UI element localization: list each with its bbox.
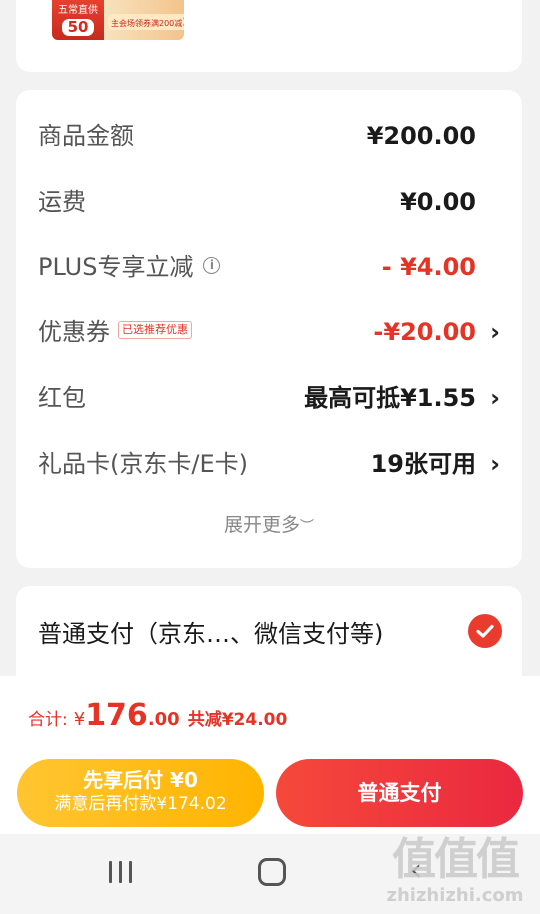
product-card-partial: 五常直供 50 主会场领券满200减20 [16, 0, 522, 72]
recent-apps-icon[interactable] [106, 858, 136, 886]
chevron-down-icon: ︶ [300, 519, 314, 535]
watermark-logo: 值值值 zhizhizhi.com [380, 834, 530, 914]
gift-card-label: 礼品卡(京东卡/E卡) [38, 450, 248, 478]
payment-method-card[interactable]: 普通支付（京东…、微信支付等) [16, 586, 522, 686]
info-icon[interactable]: i [203, 256, 221, 274]
home-icon[interactable] [258, 858, 286, 886]
promo-banner-amount: 20 [182, 15, 184, 29]
promo-badge: 五常直供 50 [52, 0, 104, 40]
check-icon[interactable] [468, 614, 502, 648]
goods-amount-value: ¥200.00 [366, 122, 476, 150]
promo-badge-title: 五常直供 [58, 5, 98, 16]
row-shipping: 运费 ¥0.00 [16, 182, 522, 222]
red-packet-value: 最高可抵¥1.55 [304, 384, 476, 412]
row-red-packet[interactable]: 红包 最高可抵¥1.55 › [16, 378, 522, 418]
coupon-label: 优惠券 已选推荐优惠 [38, 312, 192, 352]
coupon-tag: 已选推荐优惠 [118, 321, 192, 339]
action-button-area: 先享后付 ¥0 满意后再付款¥174.02 普通支付 [0, 752, 540, 834]
coupon-text: 优惠券 [38, 318, 110, 346]
plus-discount-value: - ¥4.00 [381, 253, 476, 281]
total-label: 合计: [28, 710, 68, 730]
system-nav-bar: ‹ 值值值 zhizhizhi.com [0, 834, 540, 914]
total-decimal: .00 [147, 709, 180, 730]
expand-more-button[interactable]: 展开更多︶ [16, 510, 522, 542]
pay-later-subtitle: 满意后再付款¥174.02 [54, 794, 227, 814]
plus-discount-label: PLUS专享立减 i [38, 247, 221, 287]
promo-banner-text: 主会场领券满200减 [111, 19, 183, 28]
total-amount: 176 [85, 698, 148, 733]
coupon-value: -¥20.00 [373, 318, 476, 346]
total-text: 合计: ¥176.00 共减¥24.00 [28, 698, 287, 733]
red-packet-label: 红包 [38, 384, 86, 412]
chevron-right-icon: › [490, 384, 500, 412]
total-saved: 共减¥24.00 [187, 710, 288, 730]
row-goods-amount: 商品金额 ¥200.00 [16, 116, 522, 156]
gift-card-value: 19张可用 [370, 450, 476, 478]
normal-pay-button[interactable]: 普通支付 [276, 759, 523, 827]
promo-banner: 主会场领券满200减20 [108, 14, 184, 30]
price-breakdown-card: 商品金额 ¥200.00 运费 ¥0.00 PLUS专享立减 i - ¥4.00 … [16, 90, 522, 568]
goods-amount-label: 商品金额 [38, 122, 134, 150]
row-gift-card[interactable]: 礼品卡(京东卡/E卡) 19张可用 › [16, 444, 522, 484]
shipping-value: ¥0.00 [400, 188, 476, 216]
pay-later-title: 先享后付 ¥0 [83, 768, 198, 792]
promo-badge-value: 50 [61, 19, 95, 36]
chevron-right-icon: › [490, 318, 500, 346]
row-plus-discount: PLUS专享立减 i - ¥4.00 [16, 247, 522, 287]
watermark-chars: 值值值 [392, 834, 520, 885]
chevron-right-icon: › [490, 450, 500, 478]
payment-method-label: 普通支付（京东…、微信支付等) [38, 620, 384, 648]
total-currency: ¥ [73, 709, 86, 730]
expand-more-label: 展开更多 [223, 514, 300, 536]
pay-later-button[interactable]: 先享后付 ¥0 满意后再付款¥174.02 [17, 759, 264, 827]
promo-thumbnail[interactable]: 五常直供 50 主会场领券满200减20 [52, 0, 184, 40]
plus-discount-text: PLUS专享立减 [38, 253, 194, 281]
row-coupon[interactable]: 优惠券 已选推荐优惠 -¥20.00 › [16, 312, 522, 352]
order-summary-bar: 合计: ¥176.00 共减¥24.00 [0, 676, 540, 752]
watermark-site: zhizhizhi.com [386, 885, 524, 906]
shipping-label: 运费 [38, 188, 86, 216]
